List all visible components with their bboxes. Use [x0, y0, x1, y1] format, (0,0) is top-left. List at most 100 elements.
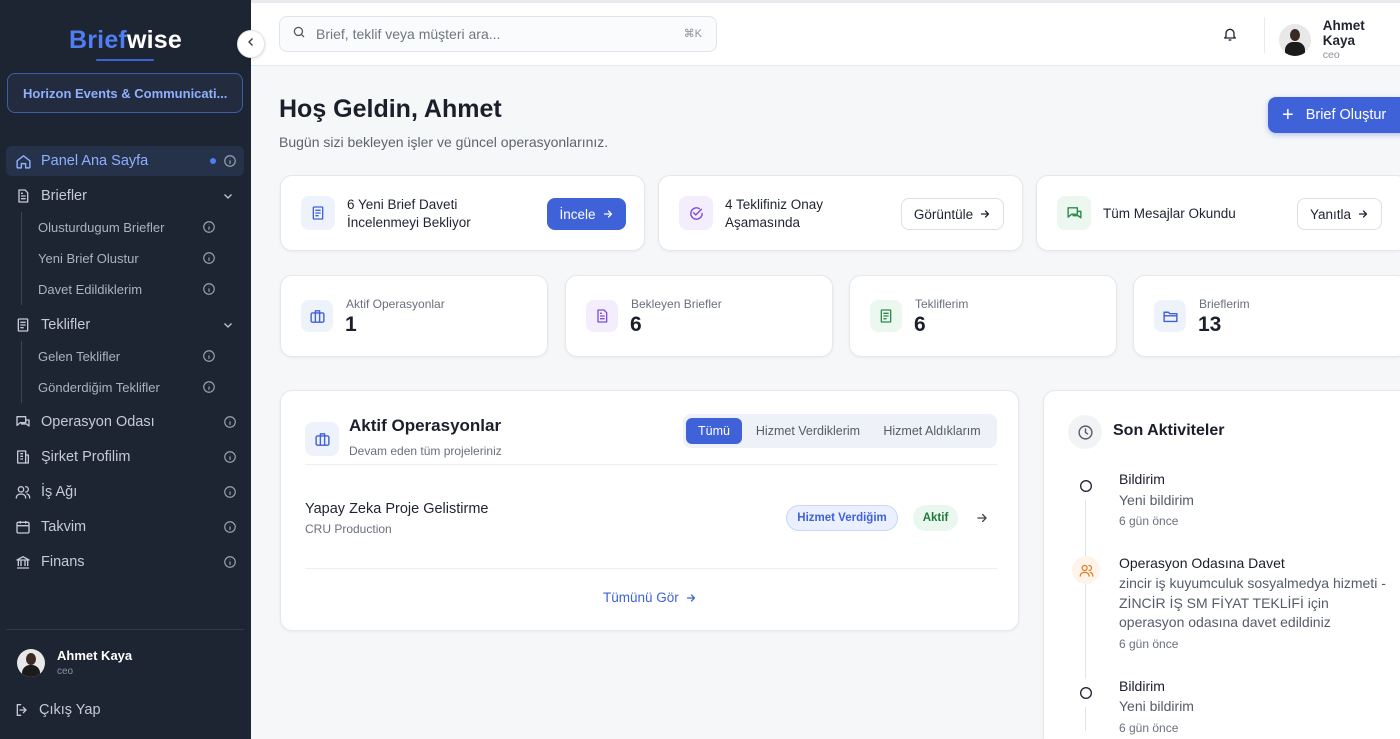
check-circle-icon: [679, 196, 713, 230]
info-icon[interactable]: [202, 349, 216, 366]
arrow-right-icon: [979, 208, 991, 220]
logout-button[interactable]: Çıkış Yap: [14, 702, 101, 718]
sidebar-item-network[interactable]: İş Ağı: [6, 477, 244, 507]
sidebar-item-briefs[interactable]: Briefler: [6, 181, 244, 211]
view-all-link[interactable]: Tümünü Gör: [603, 590, 697, 605]
sidebar-user[interactable]: Ahmet Kaya ceo: [17, 648, 132, 677]
plus-icon: +: [1282, 104, 1294, 126]
submenu-line: [21, 212, 22, 305]
collapse-sidebar-button[interactable]: [237, 30, 265, 58]
circle-icon: [1072, 679, 1100, 707]
status-badge: Aktif: [913, 505, 958, 531]
info-icon[interactable]: [202, 220, 216, 237]
reply-button[interactable]: Yanıtla: [1297, 198, 1382, 230]
document-icon: [301, 196, 335, 230]
arrow-right-icon: [685, 592, 697, 604]
arrow-right-icon: [1357, 208, 1369, 220]
search-icon: [292, 25, 306, 44]
panel-title: Aktif Operasyonlar: [349, 416, 502, 435]
avatar: [17, 648, 45, 677]
info-icon[interactable]: [202, 380, 216, 397]
active-operations-panel: Aktif Operasyonlar Devam eden tüm projel…: [280, 390, 1019, 631]
sidebar-subitem-sent-offers[interactable]: Gönderdiğim Teklifler: [38, 374, 238, 400]
chevron-down-icon[interactable]: [222, 190, 234, 206]
stat-card-my-offers[interactable]: Tekliflerim 6: [849, 275, 1117, 357]
info-icon[interactable]: [223, 154, 237, 172]
logo-underline: [96, 59, 154, 61]
calendar-icon: [14, 518, 32, 536]
info-icon[interactable]: [202, 282, 216, 299]
info-icon[interactable]: [223, 555, 237, 573]
stat-card-active-operations[interactable]: Aktif Operasyonlar 1: [280, 275, 548, 357]
notice-card-messages: Tüm Mesajlar Okundu Yanıtla: [1036, 175, 1400, 251]
circle-icon: [1072, 472, 1100, 500]
home-icon: [14, 152, 32, 170]
arrow-right-icon[interactable]: [975, 511, 989, 530]
panel-subtitle: Devam eden tüm projeleriniz: [349, 444, 502, 458]
bell-icon[interactable]: [1222, 26, 1238, 47]
tab-all[interactable]: Tümü: [686, 418, 742, 444]
stat-card-pending-briefs[interactable]: Bekleyen Briefler 6: [565, 275, 833, 357]
info-icon[interactable]: [223, 485, 237, 503]
recent-activities-panel: Son Aktiviteler Bildirim Yeni bildirim 6…: [1043, 390, 1400, 739]
active-dot: [210, 158, 216, 164]
logout-icon: [14, 702, 30, 718]
users-icon: [14, 483, 32, 501]
sidebar-item-offers[interactable]: Teklifler: [6, 310, 244, 340]
tab-services-received[interactable]: Hizmet Aldıklarım: [873, 418, 991, 444]
sidebar: Briefwise Horizon Events & Communicati..…: [0, 0, 251, 739]
bank-icon: [14, 553, 32, 571]
sidebar-subitem-new-brief[interactable]: Yeni Brief Olustur: [38, 245, 238, 271]
topbar: ⌘K Ahmet Kaya ceo: [251, 0, 1400, 66]
page-title: Hoş Geldin, Ahmet: [279, 95, 502, 123]
organization-switcher[interactable]: Horizon Events & Communicati...: [7, 73, 243, 113]
clock-icon: [1068, 415, 1102, 449]
avatar: [1279, 23, 1311, 56]
sidebar-item-finance[interactable]: Finans: [6, 547, 244, 577]
building-icon: [14, 448, 32, 466]
create-brief-button[interactable]: + Brief Oluştur: [1268, 97, 1400, 133]
topbar-divider: [1264, 17, 1265, 53]
briefcase-icon: [301, 300, 333, 332]
sidebar-item-company-profile[interactable]: Şirket Profilim: [6, 442, 244, 472]
info-icon[interactable]: [223, 450, 237, 468]
search-box[interactable]: ⌘K: [279, 16, 717, 52]
folder-icon: [1154, 300, 1186, 332]
type-badge: Hizmet Verdiğim: [786, 505, 898, 531]
sidebar-item-home[interactable]: Panel Ana Sayfa: [6, 146, 244, 176]
user-menu[interactable]: Ahmet Kaya ceo: [1279, 18, 1400, 61]
review-button[interactable]: İncele: [547, 198, 626, 230]
info-icon[interactable]: [223, 415, 237, 433]
search-shortcut: ⌘K: [683, 28, 702, 40]
sidebar-subitem-my-briefs[interactable]: Olusturdugum Briefler: [38, 214, 238, 240]
info-icon[interactable]: [223, 520, 237, 538]
sidebar-subitem-incoming-offers[interactable]: Gelen Teklifler: [38, 343, 238, 369]
sidebar-divider: [6, 629, 244, 630]
sidebar-subitem-invited[interactable]: Davet Edildiklerim: [38, 276, 238, 302]
brand-logo[interactable]: Briefwise: [69, 26, 182, 55]
sidebar-item-calendar[interactable]: Takvim: [6, 512, 244, 542]
divider: [305, 568, 997, 569]
page-subtitle: Bugün sizi bekleyen işler ve güncel oper…: [279, 134, 609, 150]
sidebar-item-operation-room[interactable]: Operasyon Odası: [6, 407, 244, 437]
chevron-left-icon: [245, 35, 257, 53]
divider: [305, 464, 997, 465]
notice-card-offers: 4 Teklifiniz Onay Aşamasında Görüntüle: [658, 175, 1023, 251]
tab-services-provided[interactable]: Hizmet Verdiklerim: [748, 418, 868, 444]
panel-title: Son Aktiviteler: [1113, 422, 1225, 439]
chevron-down-icon[interactable]: [222, 319, 234, 335]
notice-card-brief-invites: 6 Yeni Brief Daveti İncelenmeyi Bekliyor…: [280, 175, 645, 251]
stat-card-my-briefs[interactable]: Brieflerim 13: [1133, 275, 1400, 357]
operations-filter-tabs: Tümü Hizmet Verdiklerim Hizmet Aldıkları…: [683, 414, 997, 448]
users-icon: [1072, 556, 1100, 584]
search-input[interactable]: [316, 26, 656, 42]
chat-icon: [14, 413, 32, 431]
arrow-right-icon: [602, 208, 614, 220]
submenu-line: [21, 341, 22, 403]
view-button[interactable]: Görüntüle: [901, 198, 1004, 230]
document-icon: [586, 300, 618, 332]
list-icon: [14, 316, 32, 334]
briefcase-icon: [305, 422, 339, 456]
list-icon: [870, 300, 902, 332]
info-icon[interactable]: [202, 251, 216, 268]
